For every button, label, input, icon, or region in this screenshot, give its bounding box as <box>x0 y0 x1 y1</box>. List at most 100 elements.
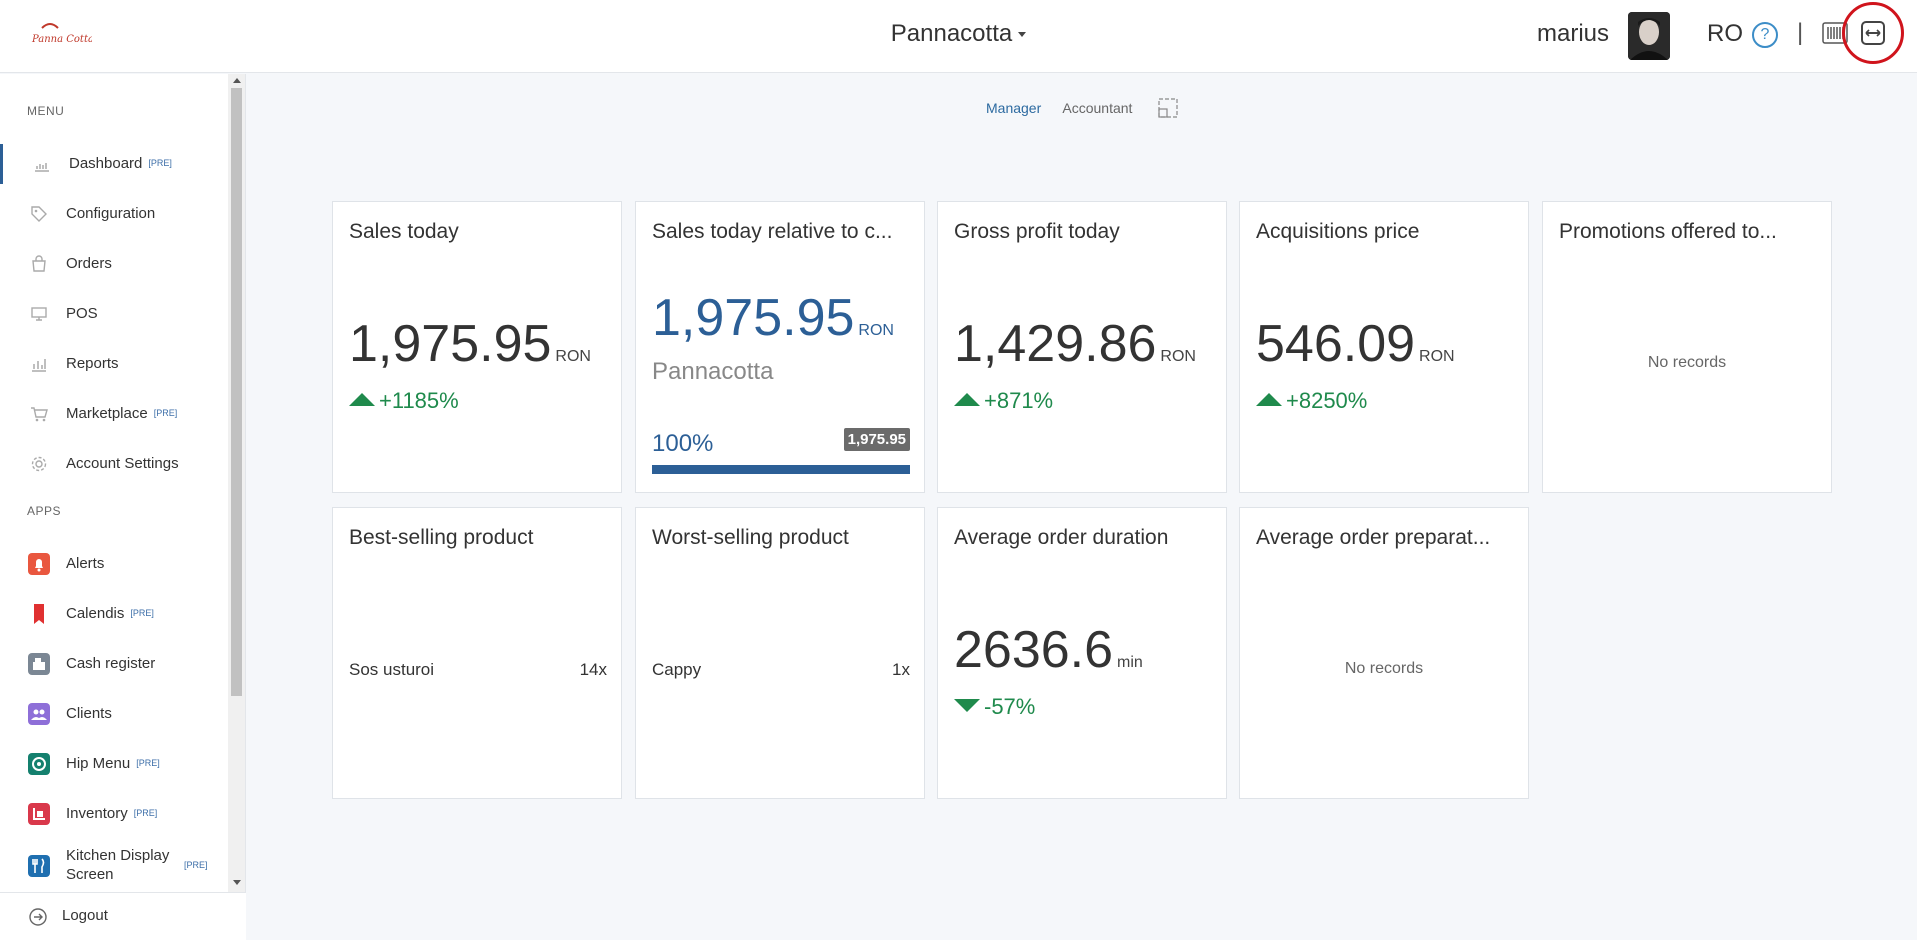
product-count: 14x <box>579 660 607 679</box>
sidebar-item-configuration[interactable]: Configuration <box>0 194 228 234</box>
sidebar-item-cash-register[interactable]: Cash register <box>0 644 228 684</box>
fork-knife-icon <box>28 855 50 877</box>
metric-value: 1,429.86 <box>954 315 1157 373</box>
sidebar-item-marketplace[interactable]: Marketplace [PRE] <box>0 394 228 434</box>
pre-badge: [PRE] <box>184 860 208 870</box>
highlight-circle <box>1842 2 1904 64</box>
sidebar-item-kitchen-display[interactable]: Kitchen Display Screen [PRE] <box>0 844 228 888</box>
sidebar-item-label: Dashboard <box>69 155 143 172</box>
sidebar-item-reports[interactable]: Reports <box>0 344 228 384</box>
sidebar-item-label: POS <box>66 305 98 322</box>
product-name: Cappy <box>652 660 702 679</box>
card-average-order-preparation[interactable]: Average order preparat... No records <box>1239 507 1529 799</box>
sidebar-item-label: Alerts <box>66 555 105 572</box>
card-title: Average order preparat... <box>1256 526 1491 549</box>
trend-value: -57% <box>984 694 1036 719</box>
sidebar-item-dashboard[interactable]: Dashboard [PRE] <box>0 144 231 184</box>
card-gross-profit[interactable]: Gross profit today 1,429.86 RON +871% <box>937 201 1227 493</box>
sidebar-item-inventory[interactable]: Inventory [PRE] <box>0 794 228 834</box>
pre-badge: [PRE] <box>130 608 154 618</box>
card-average-order-duration[interactable]: Average order duration 2636.6 min -57% <box>937 507 1227 799</box>
product-count: 1x <box>892 660 910 679</box>
sidebar-item-orders[interactable]: Orders <box>0 244 228 284</box>
metric-value: 546.09 <box>1256 315 1416 373</box>
sidebar-scrollbar[interactable] <box>228 74 245 892</box>
menu-section-title: MENU <box>27 104 65 118</box>
sidebar-item-label: Account Settings <box>66 455 179 472</box>
sidebar-item-label: Cash register <box>66 655 156 672</box>
bag-icon <box>30 255 48 273</box>
card-promotions[interactable]: Promotions offered to... No records <box>1542 201 1832 493</box>
logout-icon <box>28 907 48 932</box>
product-name: Sos usturoi <box>349 660 435 679</box>
tag-icon <box>30 205 48 223</box>
trend-value: +1185% <box>379 388 459 413</box>
sidebar-item-alerts[interactable]: Alerts <box>0 544 228 584</box>
chart-icon <box>33 155 51 173</box>
sidebar: MENU Dashboard [PRE] Configuration Orders… <box>0 74 246 940</box>
card-sales-relative[interactable]: Sales today relative to c... 1,975.95 RON… <box>635 201 925 493</box>
bar-chart-icon <box>30 355 48 373</box>
gear-icon <box>30 455 48 473</box>
sidebar-item-account-settings[interactable]: Account Settings <box>0 444 228 484</box>
sidebar-item-label: Marketplace <box>66 405 148 422</box>
scroll-up-arrow-icon[interactable] <box>233 78 241 83</box>
trend-up-icon <box>349 393 375 406</box>
trend-up-icon <box>954 393 980 406</box>
card-title: Best-selling product <box>349 526 534 549</box>
sidebar-item-pos[interactable]: POS <box>0 294 228 334</box>
user-name[interactable]: marius <box>1537 20 1609 48</box>
pre-badge: [PRE] <box>148 158 172 168</box>
metric-unit: min <box>1117 654 1143 671</box>
layout-icon[interactable] <box>1158 98 1178 118</box>
sidebar-item-label: Clients <box>66 705 112 722</box>
trend-value: +8250% <box>1286 388 1368 413</box>
scroll-thumb[interactable] <box>231 88 242 696</box>
tab-accountant[interactable]: Accountant <box>1062 100 1132 116</box>
tab-manager[interactable]: Manager <box>986 100 1041 116</box>
divider: | <box>1797 19 1804 46</box>
avatar[interactable] <box>1628 12 1670 60</box>
scroll-down-arrow-icon[interactable] <box>233 880 241 885</box>
hipmenu-icon <box>28 753 50 775</box>
card-acquisitions-price[interactable]: Acquisitions price 546.09 RON +8250% <box>1239 201 1529 493</box>
card-title: Sales today <box>349 220 459 243</box>
card-title: Worst-selling product <box>652 526 849 549</box>
users-icon <box>28 703 50 725</box>
language-selector[interactable]: RO <box>1707 20 1743 48</box>
sidebar-item-hip-menu[interactable]: Hip Menu [PRE] <box>0 744 228 784</box>
monitor-icon <box>30 305 48 323</box>
inventory-icon <box>28 803 50 825</box>
bell-icon <box>28 553 50 575</box>
card-title: Gross profit today <box>954 220 1120 243</box>
sidebar-item-label: Calendis <box>66 605 125 622</box>
empty-state: No records <box>1344 660 1424 677</box>
sidebar-item-label: Kitchen Display Screen <box>66 847 170 883</box>
card-title: Acquisitions price <box>1256 220 1420 243</box>
sidebar-item-clients[interactable]: Clients <box>0 694 228 734</box>
pre-badge: [PRE] <box>153 408 178 418</box>
top-bar: Panna Cotta Pannacotta marius RO ? | <box>0 0 1917 73</box>
sidebar-item-calendis[interactable]: Calendis [PRE] <box>0 594 228 634</box>
metric-value: 1,975.95 <box>652 289 855 347</box>
metric-unit: RON <box>555 348 591 365</box>
progress-bar-fill <box>652 465 910 474</box>
progress-bar <box>652 465 910 474</box>
apps-section-title: APPS <box>27 504 62 518</box>
register-icon <box>28 653 50 675</box>
card-title: Promotions offered to... <box>1559 220 1777 243</box>
value-badge: 1,975.95 <box>843 428 910 451</box>
card-sales-today[interactable]: Sales today 1,975.95 RON +1185% <box>332 201 622 493</box>
card-title: Sales today relative to c... <box>652 220 893 243</box>
cart-icon <box>30 405 48 423</box>
empty-state: No records <box>1647 354 1727 371</box>
percent-label: 100% <box>652 430 714 457</box>
bookmark-icon <box>28 603 50 625</box>
card-worst-selling[interactable]: Worst-selling product Cappy 1x <box>635 507 925 799</box>
card-best-selling[interactable]: Best-selling product Sos usturoi 14x <box>332 507 622 799</box>
trend-down-icon <box>954 699 980 712</box>
help-icon[interactable]: ? <box>1752 22 1778 48</box>
logout-button[interactable]: Logout <box>0 892 246 940</box>
sidebar-item-label: Inventory <box>66 805 128 822</box>
sidebar-item-label: Reports <box>66 355 119 372</box>
